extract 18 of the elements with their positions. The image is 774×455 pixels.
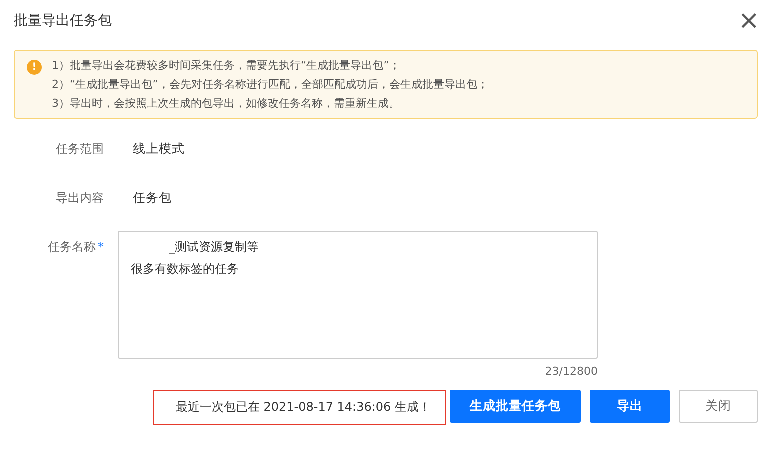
field-label: 任务名称 <box>48 239 96 255</box>
close-dialog-button[interactable]: 关闭 <box>679 390 758 423</box>
task-name-field[interactable]: _测试资源复制等 很多有数标签的任务 <box>118 231 598 359</box>
field-value: 任务包 <box>132 190 173 206</box>
close-button[interactable]: × <box>738 8 760 34</box>
notice-text: 1）批量导出会花费较多时间采集任务，需要先执行“生成批量导出包”； <box>52 58 402 73</box>
notice-text: 2）“生成批量导出包”，会先对任务名称进行匹配，全部匹配成功后，会生成批量导出包； <box>52 77 488 92</box>
field-label: 任务范围 <box>56 141 104 157</box>
dialog-title: 批量导出任务包 <box>14 12 112 30</box>
action-button[interactable]: 导出 <box>590 390 670 423</box>
action-button[interactable]: 生成批量任务包 <box>450 390 581 423</box>
status-message: 最近一次包已在 2021-08-17 14:36:06 生成！ <box>152 390 446 425</box>
required-mark: * <box>98 239 104 255</box>
field-label: 导出内容 <box>56 190 104 206</box>
field-value: 线上模式 <box>132 141 186 157</box>
warning-icon: ! <box>27 60 42 75</box>
notice-text: 3）导出时，会按照上次生成的包导出，如修改任务名称，需重新生成。 <box>52 96 401 111</box>
char-counter: 23/12800 <box>545 365 598 378</box>
